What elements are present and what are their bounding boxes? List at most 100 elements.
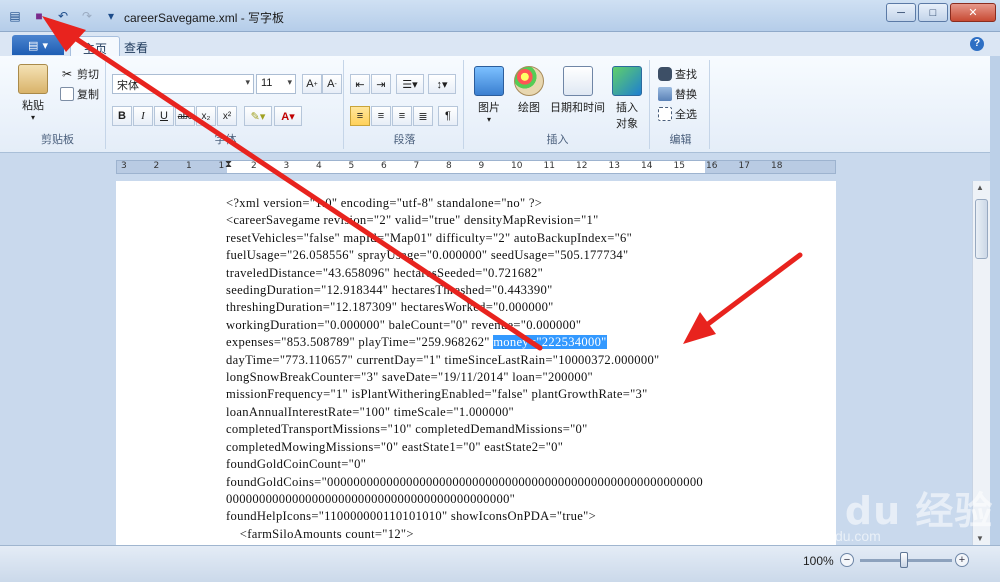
save-icon[interactable]: ■ (30, 7, 48, 25)
group-label-paragraph: 段落 (393, 134, 416, 146)
ruler-tick-label: 14 (641, 161, 653, 171)
subscript-button[interactable]: x₂ (196, 106, 216, 126)
close-button[interactable]: ✕ (950, 3, 996, 22)
ruler-tick-label: 3 (283, 161, 290, 171)
group-font: 宋体 ▾ 11 ▾ A + A- B I U abc x₂ x² ✎▾ A▾ 字体 (108, 60, 344, 149)
scroll-down-icon[interactable]: ▼ (976, 534, 984, 543)
title-bar: ▤ ■ ↶ ↷ ▾ careerSavegame.xml - 写字板 ─ □ ✕ (0, 0, 1000, 32)
document-line[interactable]: foundGoldCoins="000000000000000000000000… (226, 474, 703, 491)
chevron-down-icon: ▾ (42, 39, 48, 52)
document-line[interactable]: fuelUsage="26.058556" sprayUsage="0.0000… (226, 247, 703, 264)
font-family-select[interactable]: 宋体 ▾ (112, 74, 254, 94)
document-line[interactable]: missionFrequency="1" isPlantWitheringEna… (226, 386, 703, 403)
font-size-select[interactable]: 11 ▾ (256, 74, 296, 94)
align-right-button[interactable]: ≡ (392, 106, 412, 126)
document-line[interactable]: resetVehicles="false" mapId="Map01" diff… (226, 230, 703, 247)
superscript-button[interactable]: x² (217, 106, 237, 126)
document-line[interactable]: expenses="853.508789" playTime="259.9682… (226, 334, 703, 351)
decrease-indent-button[interactable]: ⇤ (350, 74, 370, 94)
align-left-button[interactable]: ≡ (350, 106, 370, 126)
document-line[interactable]: <?xml version="1.0" encoding="utf-8" sta… (226, 195, 703, 212)
scrollbar-thumb[interactable] (975, 199, 988, 259)
scissors-icon: ✂ (61, 67, 73, 81)
bold-button[interactable]: B (112, 106, 132, 126)
document-line[interactable]: foundHelpIcons="110000000110101010" show… (226, 508, 703, 525)
maximize-button[interactable]: □ (918, 3, 948, 22)
object-label: 插入 对象 (616, 102, 638, 130)
shrink-font-button[interactable]: A- (322, 74, 342, 94)
undo-icon[interactable]: ↶ (54, 7, 72, 25)
status-bar: 100% − + (0, 545, 1000, 582)
align-center-button[interactable]: ≡ (371, 106, 391, 126)
highlight-color-button[interactable]: ✎▾ (244, 106, 272, 126)
document-line[interactable]: 0000000000000000000000000000000000000000… (226, 491, 703, 508)
ruler-tick-label: 6 (381, 161, 387, 171)
document-line[interactable]: seedingDuration="12.918344" hectaresThre… (226, 282, 703, 299)
italic-button[interactable]: I (133, 106, 153, 126)
increase-indent-button[interactable]: ⇥ (371, 74, 391, 94)
zoom-level: 100% (803, 554, 834, 568)
document-line[interactable]: completedMowingMissions="0" eastState1="… (226, 439, 703, 456)
ribbon: 粘贴 ▾ ✂ 剪切 复制 剪贴板 宋体 ▾ 11 ▾ A + A- B I U abc… (0, 56, 1000, 153)
grow-font-button[interactable]: A + (302, 74, 322, 94)
scroll-up-icon[interactable]: ▲ (976, 183, 984, 192)
paste-icon (18, 64, 48, 94)
list-button[interactable]: ☰▾ (396, 74, 424, 94)
document-line[interactable]: threshingDuration="12.187309" hectaresWo… (226, 299, 703, 316)
ruler-tick-label: 4 (316, 161, 322, 171)
strikethrough-button[interactable]: abc (175, 106, 195, 126)
replace-icon (658, 87, 672, 101)
indent-marker-icon[interactable]: ⧗ (225, 159, 232, 170)
paint-drawing-button[interactable]: 绘图 (514, 66, 544, 115)
ruler-tick-label: 12 (576, 161, 588, 171)
selected-money-text[interactable]: money="222534000" (493, 335, 607, 350)
document-line[interactable]: foundGoldCoinCount="0" (226, 456, 703, 473)
insert-picture-button[interactable]: 图片 ▾ (474, 66, 504, 124)
select-all-label: 全选 (675, 109, 697, 121)
find-button[interactable]: 查找 (658, 66, 697, 82)
justify-button[interactable]: ≣ (413, 106, 433, 126)
zoom-out-button[interactable]: − (840, 553, 854, 567)
minimize-button[interactable]: ─ (886, 3, 916, 22)
document-line[interactable]: traveledDistance="43.658096" hectaresSee… (226, 265, 703, 282)
ruler-tick-label: 3 (121, 161, 127, 171)
app-menu-button[interactable]: ▤ ▾ (12, 35, 64, 55)
document-line[interactable]: longSnowBreakCounter="3" saveDate="19/11… (226, 369, 703, 386)
underline-button[interactable]: U (154, 106, 174, 126)
copy-label: 复制 (77, 89, 99, 101)
ruler-tick-label: 2 (251, 161, 257, 171)
ruler-tick-label: 8 (446, 161, 452, 171)
paste-button[interactable]: 粘贴 ▾ (18, 64, 48, 122)
line-spacing-button[interactable]: ↕▾ (428, 74, 456, 94)
copy-button[interactable]: 复制 (60, 86, 99, 102)
document-page[interactable]: <?xml version="1.0" encoding="utf-8" sta… (116, 181, 836, 545)
ruler[interactable]: 3 2 1 1 2 3 4 5 6 7 8 9 10 11 12 13 14 15 16 17 18 ⧗ (116, 159, 836, 174)
datetime-button[interactable]: 日期和时间 (550, 66, 605, 115)
tab-view[interactable]: 查看 (112, 36, 160, 56)
document-line[interactable]: <careerSavegame revision="2" valid="true… (226, 212, 703, 229)
group-edit: 查找 替换 全选 编辑 (652, 60, 710, 149)
document-text[interactable]: <?xml version="1.0" encoding="utf-8" sta… (226, 195, 703, 543)
document-line[interactable]: loanAnnualInterestRate="100" timeScale="… (226, 404, 703, 421)
select-all-button[interactable]: 全选 (658, 106, 697, 122)
ruler-tick-label: 1 (218, 161, 225, 171)
customize-qat-icon[interactable]: ▾ (102, 7, 120, 25)
help-icon[interactable]: ? (970, 37, 984, 51)
insert-object-button[interactable]: 插入 对象 (612, 66, 642, 131)
font-color-button[interactable]: A▾ (274, 106, 302, 126)
document-line[interactable]: completedTransportMissions="10" complete… (226, 421, 703, 438)
replace-button[interactable]: 替换 (658, 86, 697, 102)
document-line[interactable]: dayTime="773.110657" currentDay="1" time… (226, 352, 703, 369)
group-label-insert: 插入 (546, 134, 569, 146)
paragraph-button[interactable]: ¶ (438, 106, 458, 126)
binoculars-icon (658, 67, 672, 81)
document-line[interactable]: <farmSiloAmounts count="12"> (226, 526, 703, 543)
redo-icon[interactable]: ↷ (78, 7, 96, 25)
cut-button[interactable]: ✂ 剪切 (60, 66, 99, 82)
zoom-slider-knob[interactable] (900, 552, 908, 568)
window-title: careerSavegame.xml - 写字板 (124, 11, 285, 25)
document-line[interactable]: workingDuration="0.000000" baleCount="0"… (226, 317, 703, 334)
zoom-in-button[interactable]: + (955, 553, 969, 567)
app-icon[interactable]: ▤ (6, 7, 24, 25)
group-insert: 图片 ▾ 绘图 日期和时间 插入 对象 插入 (466, 60, 650, 149)
